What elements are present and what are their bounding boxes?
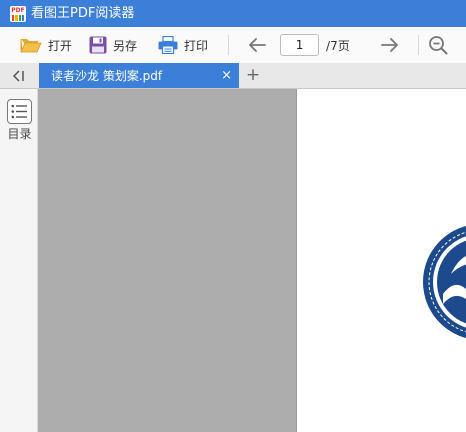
- title-bar: PDF 看图王PDF阅读器: [0, 0, 466, 27]
- logo-text: PDF: [11, 6, 25, 14]
- collapse-sidebar-button[interactable]: [0, 63, 38, 88]
- university-emblem-icon: [423, 225, 466, 339]
- logo-bar-yellow: [15, 14, 18, 21]
- document-viewer[interactable]: [38, 89, 466, 432]
- save-as-button[interactable]: 另存: [89, 27, 137, 63]
- sidebar: 目录: [0, 89, 38, 432]
- tab-close-icon[interactable]: ×: [221, 63, 232, 88]
- folder-open-icon: [20, 38, 42, 53]
- arrow-right-icon: [380, 38, 398, 52]
- arrow-left-icon: [249, 38, 266, 52]
- list-icon: [7, 99, 32, 124]
- pdf-page: [296, 89, 466, 432]
- toolbar-separator: [228, 35, 230, 55]
- page-total: /7页: [326, 38, 350, 53]
- collapse-sidebar-icon: [12, 69, 24, 82]
- printer-icon: [158, 36, 178, 54]
- toolbar-separator-2: [417, 35, 419, 55]
- app-title: 看图王PDF阅读器: [31, 6, 135, 21]
- zoom-out-button[interactable]: [428, 27, 448, 63]
- tab-title: 读者沙龙 策划案.pdf: [51, 69, 163, 83]
- logo-bar-blue: [21, 14, 24, 21]
- logo-bar-red: [12, 14, 15, 21]
- app-logo-icon: PDF: [10, 5, 26, 22]
- print-label: 打印: [184, 38, 209, 53]
- open-button[interactable]: 打开: [20, 27, 72, 63]
- tab-bar: 读者沙龙 策划案.pdf × +: [0, 63, 466, 88]
- logo-color-bars: [12, 14, 24, 21]
- toc-button[interactable]: 目录: [6, 99, 33, 144]
- prev-page-button[interactable]: [247, 27, 267, 63]
- zoom-out-icon: [428, 36, 448, 55]
- toolbar: 打开 另存 打印 1 /7页: [0, 27, 466, 63]
- logo-bar-green: [18, 14, 21, 21]
- page-number-input[interactable]: 1: [280, 34, 320, 56]
- tab-document[interactable]: 读者沙龙 策划案.pdf ×: [39, 63, 239, 88]
- print-button[interactable]: 打印: [158, 27, 208, 63]
- floppy-disk-icon: [89, 36, 107, 54]
- save-as-label: 另存: [113, 38, 138, 53]
- toc-label: 目录: [7, 127, 32, 141]
- new-tab-button[interactable]: +: [244, 63, 262, 88]
- open-label: 打开: [48, 38, 73, 53]
- next-page-button[interactable]: [380, 27, 400, 63]
